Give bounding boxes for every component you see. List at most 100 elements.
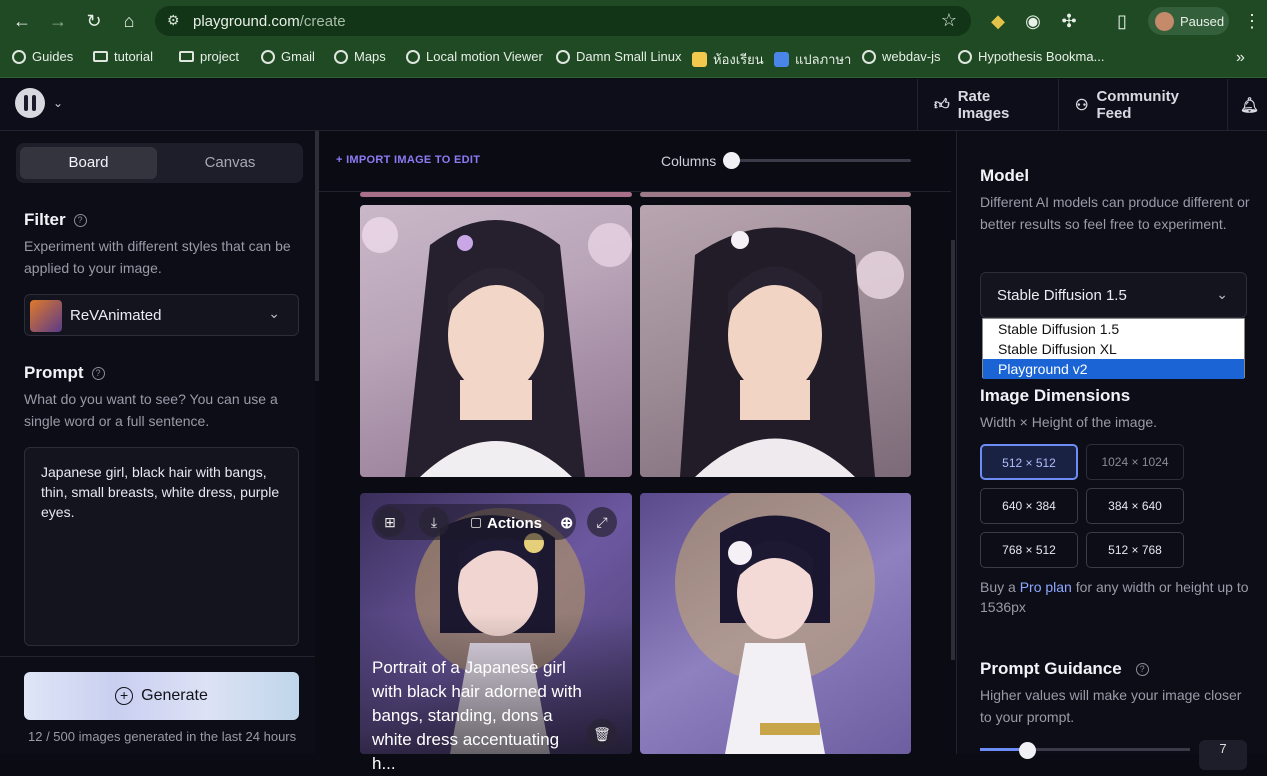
profile-status: Paused — [1180, 13, 1225, 29]
bookmark-webdav-js[interactable]: webdav-js — [862, 49, 941, 64]
download-icon[interactable]: ⤓ — [419, 507, 449, 537]
bookmark-classroom[interactable]: ห้องเรียน — [692, 49, 764, 70]
help-icon[interactable]: ? — [1135, 663, 1149, 677]
globe-icon — [334, 49, 348, 64]
filter-thumbnail — [30, 300, 62, 332]
guidance-slider-thumb[interactable] — [1019, 742, 1036, 759]
help-icon[interactable]: ? — [73, 214, 87, 228]
model-option[interactable]: Stable Diffusion XL — [983, 339, 1244, 359]
bookmark-star-icon[interactable]: ☆ — [941, 10, 957, 31]
generated-image[interactable] — [360, 192, 632, 197]
globe-icon — [12, 49, 26, 64]
plus-circle-icon: + — [115, 687, 134, 705]
url-text: playground.com/create — [193, 13, 346, 30]
generate-button[interactable]: + Generate — [24, 672, 299, 720]
extensions-puzzle-icon[interactable]: ✣ — [1057, 9, 1081, 33]
folder-icon — [93, 51, 108, 62]
tab-canvas[interactable]: Canvas — [161, 147, 299, 179]
profile-button[interactable]: Paused — [1148, 7, 1229, 35]
globe-icon — [556, 49, 570, 64]
model-title: Model — [980, 166, 1030, 185]
dimension-1024x1024[interactable]: 1024 × 1024 — [1086, 444, 1184, 480]
forward-arrow-icon[interactable]: → — [46, 9, 70, 33]
rate-images-button[interactable]: 👍︎ Rate Images — [917, 79, 1058, 131]
filter-value: ReVAnimated — [70, 307, 162, 324]
model-option-highlighted[interactable]: Playground v2 — [983, 359, 1244, 379]
columns-label: Columns — [661, 153, 717, 169]
chevron-down-icon: ⌄ — [1216, 286, 1228, 302]
actions-button[interactable]: Actions ⊕ — [471, 511, 573, 535]
prompt-textarea[interactable]: Japanese girl, black hair with bangs, th… — [24, 447, 299, 646]
bookmark-tutorial[interactable]: tutorial — [93, 49, 153, 64]
site-settings-icon[interactable]: ⚙ — [167, 12, 180, 29]
bookmark-local-motion-viewer[interactable]: Local motion Viewer — [406, 49, 543, 64]
home-icon[interactable]: ⌂ — [117, 9, 141, 33]
center-scrollbar[interactable] — [951, 240, 955, 660]
kebab-menu-icon[interactable]: ⋮ — [1240, 9, 1264, 33]
dimension-512x768[interactable]: 512 × 768 — [1086, 532, 1184, 568]
tab-board[interactable]: Board — [20, 147, 157, 179]
dimension-640x384[interactable]: 640 × 384 — [980, 488, 1078, 524]
globe-icon — [406, 49, 420, 64]
more-bookmarks-icon[interactable]: » — [1236, 49, 1245, 67]
guidance-slider[interactable] — [980, 748, 1190, 751]
globe-icon — [862, 49, 876, 64]
model-option[interactable]: Stable Diffusion 1.5 — [983, 319, 1244, 339]
filter-title: Filter? — [24, 210, 87, 230]
globe-icon — [958, 49, 972, 64]
filter-select[interactable]: ReVAnimated ⌄ — [24, 294, 299, 336]
import-image-button[interactable]: + IMPORT IMAGE TO EDIT — [336, 154, 480, 166]
pro-plan-note: Buy a Pro plan for any width or height u… — [980, 579, 1249, 615]
dimension-768x512[interactable]: 768 × 512 — [980, 532, 1078, 568]
playground-logo[interactable] — [15, 88, 45, 118]
bookmark-guides[interactable]: Guides — [12, 49, 73, 64]
bookmark-maps[interactable]: Maps — [334, 49, 386, 64]
generated-image[interactable] — [360, 205, 632, 477]
bookmark-project[interactable]: project — [179, 49, 239, 64]
classroom-icon — [692, 52, 707, 67]
guidance-description: Higher values will make your image close… — [980, 687, 1242, 725]
folder-icon — [179, 51, 194, 62]
side-panel-icon[interactable]: ▯ — [1110, 9, 1134, 33]
bookmark-translate[interactable]: แปลภาษา — [774, 49, 851, 70]
globe-icon — [261, 49, 275, 64]
add-to-canvas-icon[interactable]: ⊞ — [375, 507, 405, 537]
expand-icon[interactable]: ⤢ — [587, 507, 617, 537]
pro-plan-link[interactable]: Pro plan — [1020, 579, 1072, 595]
community-feed-button[interactable]: ⚇ Community Feed — [1058, 79, 1227, 131]
bookmark-damn-small-linux[interactable]: Damn Small Linux — [556, 49, 682, 64]
plus-circle-icon: ⊕ — [560, 515, 574, 532]
generated-image[interactable] — [640, 192, 911, 197]
dimension-512x512[interactable]: 512 × 512 — [980, 444, 1078, 480]
columns-slider-thumb[interactable] — [723, 152, 740, 169]
generation-count: 12 / 500 images generated in the last 24… — [28, 729, 297, 744]
divider — [0, 656, 315, 657]
extension-icon[interactable]: ◆ — [986, 9, 1010, 33]
reload-icon[interactable]: ↻ — [82, 9, 106, 33]
bookmark-hypothesis[interactable]: Hypothesis Bookma... — [958, 49, 1104, 64]
bell-icon[interactable]: 🔔︎ — [1227, 79, 1267, 131]
thumbs-up-icon: 👍︎ — [934, 96, 950, 113]
trash-icon[interactable]: 🗑︎ — [587, 719, 617, 749]
prompt-title: Prompt? — [24, 363, 105, 383]
chevron-down-icon: ⌄ — [268, 305, 280, 321]
camera-icon[interactable]: ◉ — [1021, 9, 1045, 33]
guidance-value[interactable]: 7 — [1199, 740, 1247, 770]
dimension-384x640[interactable]: 384 × 640 — [1086, 488, 1184, 524]
model-description: Different AI models can produce differen… — [980, 194, 1250, 232]
prompt-description: What do you want to see? You can use a s… — [24, 391, 278, 429]
guidance-title: Prompt Guidance? — [980, 659, 1149, 679]
model-dropdown: Stable Diffusion 1.5 Stable Diffusion XL… — [982, 318, 1245, 379]
bookmark-gmail[interactable]: Gmail — [261, 49, 315, 64]
avatar — [1155, 11, 1174, 31]
address-bar[interactable]: ⚙ playground.com/create ☆ — [155, 6, 971, 36]
back-arrow-icon[interactable]: ← — [10, 9, 34, 33]
image-caption: Portrait of a Japanese girl with black h… — [372, 658, 582, 773]
help-icon[interactable]: ? — [91, 367, 105, 381]
translate-icon — [774, 52, 789, 67]
chevron-down-icon[interactable]: ⌄ — [53, 96, 63, 110]
generated-image[interactable] — [640, 205, 911, 477]
generated-image[interactable] — [640, 493, 911, 754]
columns-slider[interactable] — [731, 159, 911, 162]
filter-description: Experiment with different styles that ca… — [24, 238, 291, 276]
